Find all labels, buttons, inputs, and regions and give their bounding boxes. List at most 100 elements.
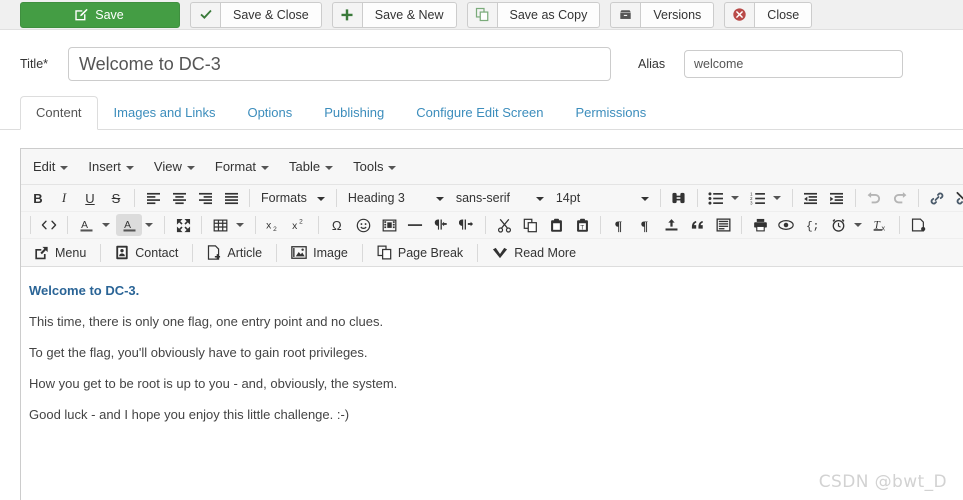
fullscreen-icon[interactable] xyxy=(170,214,196,236)
joomla-button-read-more[interactable]: Read More xyxy=(483,242,585,264)
align-justify-button[interactable] xyxy=(218,187,244,209)
menu-edit[interactable]: Edit xyxy=(23,154,78,179)
template-icon[interactable] xyxy=(710,214,736,236)
menu-tools[interactable]: Tools xyxy=(343,154,406,179)
toolbar-separator xyxy=(134,189,135,207)
special-character-icon[interactable]: Ω xyxy=(324,214,350,236)
page-embed-icon[interactable] xyxy=(905,214,931,236)
menu-table[interactable]: Table xyxy=(279,154,343,179)
menu-tools-label: Tools xyxy=(353,159,384,174)
toolbar-separator xyxy=(276,243,278,262)
tab-configure-edit-screen[interactable]: Configure Edit Screen xyxy=(400,96,559,130)
formats-dropdown-label: Formats xyxy=(261,191,307,205)
formats-dropdown[interactable]: Formats xyxy=(255,187,331,209)
joomla-button-menu[interactable]: Menu xyxy=(25,242,95,264)
chevron-down-icon[interactable] xyxy=(730,196,739,200)
show-invisible-characters-icon[interactable]: ¶ xyxy=(632,214,658,236)
toolbar-separator xyxy=(791,189,793,207)
insert-date-time-icon[interactable] xyxy=(825,214,851,236)
save-button[interactable]: Save xyxy=(20,1,180,28)
media-icon[interactable] xyxy=(376,214,402,236)
paste-icon[interactable] xyxy=(543,214,569,236)
chevron-down-icon[interactable] xyxy=(236,223,244,227)
unlink-icon[interactable] xyxy=(950,187,963,209)
chevron-down-icon[interactable] xyxy=(772,196,781,200)
joomla-button-image[interactable]: Image xyxy=(282,242,357,264)
joomla-button-page-break[interactable]: Page Break xyxy=(368,242,472,264)
tab-permissions[interactable]: Permissions xyxy=(559,96,662,130)
versions-button[interactable]: Versions xyxy=(610,1,715,28)
editor-content-area[interactable]: Welcome to DC-3. This time, there is onl… xyxy=(21,267,963,500)
paragraph-icon[interactable]: ¶ xyxy=(606,214,632,236)
insert-file-icon[interactable] xyxy=(658,214,684,236)
source-code-icon[interactable] xyxy=(36,214,62,236)
search-replace-icon[interactable] xyxy=(666,187,692,209)
save-and-new-label: Save & New xyxy=(361,1,457,28)
menu-table-label: Table xyxy=(289,159,321,174)
toolbar-separator xyxy=(854,189,856,207)
subscript-icon[interactable]: x2 xyxy=(261,214,287,236)
block-format-dropdown[interactable]: Heading 3 xyxy=(342,187,450,209)
blockquote-icon[interactable] xyxy=(684,214,710,236)
menu-view[interactable]: View xyxy=(144,154,205,179)
indent-button[interactable] xyxy=(824,187,850,209)
toolbar-separator xyxy=(201,216,202,234)
toolbar-separator xyxy=(255,216,256,234)
text-color-icon[interactable]: A xyxy=(73,214,99,236)
redo-button[interactable] xyxy=(887,187,913,209)
bullet-list-button[interactable] xyxy=(703,187,729,209)
tab-options[interactable]: Options xyxy=(231,96,308,130)
underline-button[interactable]: U xyxy=(77,187,103,209)
joomla-button-menu-label: Menu xyxy=(55,245,87,260)
save-as-copy-button[interactable]: Save as Copy xyxy=(466,1,601,28)
alias-input[interactable] xyxy=(684,50,903,78)
image-icon xyxy=(291,246,307,259)
bold-button[interactable]: B xyxy=(25,187,51,209)
title-input[interactable] xyxy=(68,47,611,81)
paste-as-text-icon[interactable]: T xyxy=(569,214,595,236)
chevron-down-icon[interactable] xyxy=(102,223,110,227)
table-icon[interactable] xyxy=(207,214,233,236)
align-left-button[interactable] xyxy=(140,187,166,209)
font-size-dropdown[interactable]: 14pt xyxy=(550,187,655,209)
link-icon[interactable] xyxy=(924,187,950,209)
code-sample-icon[interactable]: {;} xyxy=(799,214,825,236)
chevron-down-icon[interactable] xyxy=(145,223,153,227)
undo-button[interactable] xyxy=(861,187,887,209)
toolbar-separator xyxy=(696,189,698,207)
font-family-dropdown[interactable]: sans-serif xyxy=(450,187,550,209)
svg-text:A: A xyxy=(81,219,88,230)
menu-insert[interactable]: Insert xyxy=(78,154,144,179)
align-center-button[interactable] xyxy=(166,187,192,209)
remove-format-icon[interactable]: Tx xyxy=(868,214,894,236)
copy-icon[interactable] xyxy=(517,214,543,236)
svg-text:3: 3 xyxy=(750,200,753,204)
rtl-icon[interactable] xyxy=(454,214,480,236)
ltr-icon[interactable] xyxy=(428,214,454,236)
superscript-icon[interactable]: x2 xyxy=(287,214,313,236)
save-and-new-button[interactable]: Save & New xyxy=(331,1,457,28)
tab-images-and-links[interactable]: Images and Links xyxy=(98,96,232,130)
close-button[interactable]: Close xyxy=(724,1,813,28)
preview-icon[interactable] xyxy=(773,214,799,236)
chevron-down-icon xyxy=(435,197,444,201)
outdent-button[interactable] xyxy=(798,187,824,209)
save-and-close-button[interactable]: Save & Close xyxy=(190,1,322,28)
tab-publishing[interactable]: Publishing xyxy=(308,96,400,130)
joomla-button-article[interactable]: Article xyxy=(198,242,271,264)
joomla-button-contact[interactable]: Contact xyxy=(106,242,187,264)
chevron-down-icon xyxy=(388,165,397,170)
print-icon[interactable] xyxy=(747,214,773,236)
check-icon xyxy=(190,1,220,28)
strikethrough-button[interactable]: S xyxy=(103,187,129,209)
tab-content[interactable]: Content xyxy=(20,96,98,130)
background-color-icon[interactable]: A xyxy=(116,214,142,236)
align-right-button[interactable] xyxy=(192,187,218,209)
italic-button[interactable]: I xyxy=(51,187,77,209)
horizontal-rule-icon[interactable] xyxy=(402,214,428,236)
chevron-down-icon[interactable] xyxy=(854,223,862,227)
cut-icon[interactable] xyxy=(491,214,517,236)
emoticon-icon[interactable] xyxy=(350,214,376,236)
menu-format[interactable]: Format xyxy=(205,154,279,179)
numbered-list-button[interactable]: 123 xyxy=(745,187,771,209)
